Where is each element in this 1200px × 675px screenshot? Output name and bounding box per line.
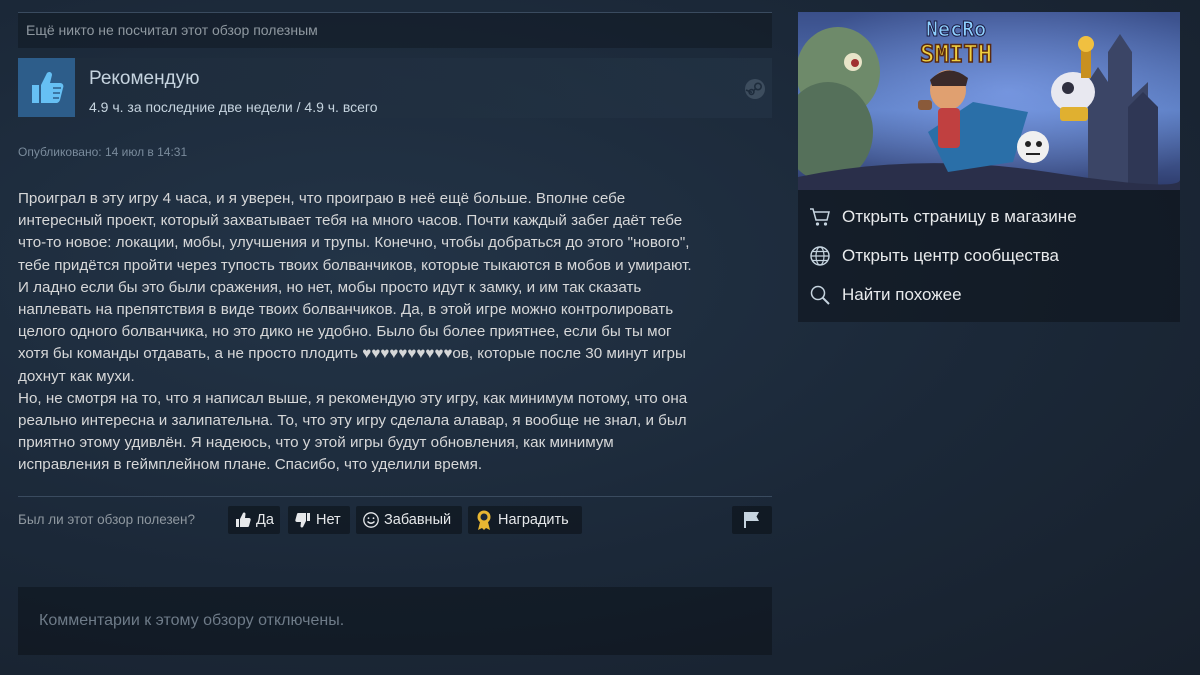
game-sidebar: NecRo SMITH Открыть страницу в магазине … bbox=[798, 12, 1180, 322]
review-divider bbox=[18, 496, 772, 497]
vote-yes-label: Да bbox=[256, 512, 274, 528]
find-similar-label: Найти похожее bbox=[842, 285, 962, 304]
smiley-icon bbox=[363, 512, 379, 528]
award-icon bbox=[477, 510, 491, 530]
vote-funny-button[interactable]: Забавный bbox=[356, 506, 462, 534]
vote-yes-button[interactable]: Да bbox=[228, 506, 280, 534]
recommendation-header: Рекомендую 4.9 ч. за последние две недел… bbox=[18, 58, 772, 118]
vote-no-label: Нет bbox=[316, 512, 341, 528]
thumbs-up-icon bbox=[236, 512, 251, 527]
cart-icon bbox=[798, 207, 842, 227]
vote-no-button[interactable]: Нет bbox=[288, 506, 350, 534]
vote-row: Был ли этот обзор полезен? Да Нет Забавн… bbox=[18, 506, 772, 534]
award-label: Наградить bbox=[498, 512, 569, 528]
report-flag-button[interactable] bbox=[732, 506, 772, 534]
vote-question: Был ли этот обзор полезен? bbox=[18, 512, 195, 527]
recommendation-label: Рекомендую bbox=[89, 68, 200, 89]
magnifier-icon bbox=[798, 284, 842, 306]
game-logo-line2: SMITH bbox=[920, 40, 992, 68]
find-similar-link[interactable]: Найти похожее bbox=[798, 276, 1180, 314]
steam-icon bbox=[745, 79, 765, 99]
game-capsule-image[interactable]: NecRo SMITH bbox=[798, 12, 1180, 190]
vote-funny-label: Забавный bbox=[384, 512, 452, 528]
thumbs-down-icon bbox=[295, 513, 310, 528]
globe-icon bbox=[798, 245, 842, 267]
comments-disabled-notice: Комментарии к этому обзору отключены. bbox=[18, 587, 772, 655]
game-logo-line1: NecRo bbox=[926, 17, 986, 41]
review-body: Проиграл в эту игру 4 часа, и я уверен, … bbox=[18, 190, 692, 474]
thumbs-up-icon bbox=[18, 58, 75, 117]
flag-icon bbox=[744, 512, 759, 528]
community-hub-link[interactable]: Открыть центр сообщества bbox=[798, 237, 1180, 275]
playtime-hours: 4.9 ч. за последние две недели / 4.9 ч. … bbox=[89, 99, 378, 115]
store-page-label: Открыть страницу в магазине bbox=[842, 207, 1077, 226]
store-page-link[interactable]: Открыть страницу в магазине bbox=[798, 198, 1180, 236]
helpful-notice: Ещё никто не посчитал этот обзор полезны… bbox=[18, 13, 772, 48]
community-hub-label: Открыть центр сообщества bbox=[842, 246, 1060, 265]
award-button[interactable]: Наградить bbox=[468, 506, 582, 534]
posted-date: Опубликовано: 14 июл в 14:31 bbox=[18, 145, 188, 159]
